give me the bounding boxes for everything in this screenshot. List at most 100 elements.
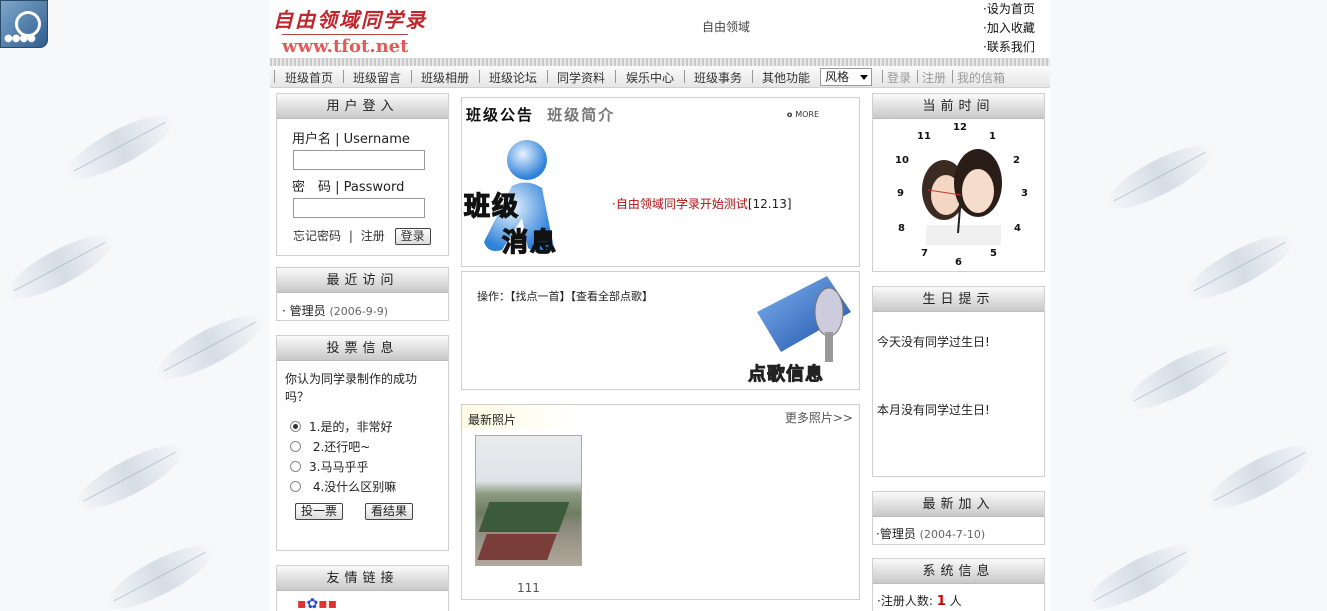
photo-thumbnail[interactable] <box>475 435 582 566</box>
radio-icon[interactable] <box>290 461 301 472</box>
chevron-down-icon <box>860 75 868 80</box>
nav-separator <box>882 70 883 83</box>
song-operations[interactable]: 操作：【找点一首】【查看全部点歌】 <box>477 288 653 304</box>
nav-class-affairs[interactable]: 班级事务 <box>694 69 742 86</box>
register-link[interactable]: 注册 <box>361 229 385 243</box>
more-photos-link[interactable]: 更多照片>> <box>785 409 853 426</box>
vote-option[interactable]: 2.还行吧~ <box>290 438 370 455</box>
login-actions: 忘记密码 | 注册 登录 <box>293 227 431 245</box>
feather-decoration <box>1079 533 1201 611</box>
clock-numeral: 5 <box>990 248 997 259</box>
vote-option[interactable]: 4.没什么区别嘛 <box>290 478 396 495</box>
main-nav: 班级首页 班级留言 班级相册 班级论坛 同学资料 娱乐中心 班级事务 其他功能 … <box>270 66 1050 88</box>
dots-icon: ●●●● <box>4 33 36 44</box>
nav-entertainment[interactable]: 娱乐中心 <box>626 69 674 86</box>
site-logo-url[interactable]: www.tfot.net <box>282 34 409 57</box>
feather-decoration <box>69 433 191 521</box>
nav-my-mailbox[interactable]: 我的信箱 <box>957 69 1005 86</box>
badge-text-class: 班级 <box>463 191 521 222</box>
password-input[interactable] <box>293 198 425 218</box>
recent-visit-date: (2006-9-9) <box>329 305 388 318</box>
vote-option[interactable]: 3.马马乎乎 <box>290 458 368 475</box>
registered-count-row: ·注册人数: 1 人 <box>877 592 962 609</box>
forgot-password-link[interactable]: 忘记密码 <box>293 229 341 243</box>
corner-logo-icon[interactable]: ●●●● <box>0 0 48 48</box>
style-select[interactable]: 风格 <box>820 68 872 86</box>
birthday-today: 今天没有同学过生日! <box>877 335 990 349</box>
song-badge-text: 点歌信息 <box>748 364 824 386</box>
clock-numeral: 11 <box>917 131 931 142</box>
clock-widget: 12 1 2 3 4 5 6 7 8 9 10 11 <box>873 120 1044 270</box>
nav-class-home[interactable]: 班级首页 <box>285 69 333 86</box>
vote-option-label: 1.是的，非常好 <box>309 420 393 434</box>
radio-selected-icon[interactable] <box>290 421 301 432</box>
clock-numeral: 12 <box>953 122 967 133</box>
nav-class-album[interactable]: 班级相册 <box>421 69 469 86</box>
photo-caption[interactable]: 111 <box>517 581 540 595</box>
clock-photo-icon <box>922 149 1002 245</box>
registered-count-unit: 人 <box>949 594 962 608</box>
username-input[interactable] <box>293 150 425 170</box>
list-item: · 管理员 (2006-9-9) <box>282 302 388 319</box>
nav-login[interactable]: 登录 <box>887 69 911 86</box>
nav-band <box>270 58 1050 66</box>
vote-button[interactable]: 投一票 <box>295 503 344 520</box>
vote-option-label: 2.还行吧~ <box>309 440 371 454</box>
nav-class-messages[interactable]: 班级留言 <box>353 69 401 86</box>
newest-member-date: (2004-7-10) <box>919 528 986 541</box>
newest-member-name[interactable]: ·管理员 <box>876 527 916 541</box>
add-favorite-link[interactable]: ·加入收藏 <box>983 19 1035 38</box>
vote-question: 你认为同学录制作的成功吗？ <box>285 372 418 404</box>
announcement-box: 班级公告 班级简介 MORE 班级 消息 ·自由领域同学录开始测试[12.13] <box>461 97 860 267</box>
nav-class-forum[interactable]: 班级论坛 <box>489 69 537 86</box>
username-label: 用户名 | Username <box>292 132 410 147</box>
more-link[interactable]: MORE <box>787 110 819 119</box>
photo-field-shape <box>477 534 557 560</box>
nav-separator <box>752 70 753 83</box>
tab-class-intro[interactable]: 班级简介 <box>547 106 615 124</box>
feather-decoration <box>1179 223 1301 311</box>
contact-us-link[interactable]: ·联系我们 <box>983 38 1035 57</box>
clock-numeral: 2 <box>1013 155 1020 166</box>
recent-visitor-name[interactable]: · 管理员 <box>282 304 326 318</box>
vote-option[interactable]: 1.是的，非常好 <box>290 418 392 435</box>
radio-icon[interactable] <box>290 441 301 452</box>
view-results-button[interactable]: 看结果 <box>365 503 414 520</box>
feather-decoration <box>0 223 121 311</box>
news-date: [12.13] <box>747 197 792 211</box>
birthday-month: 本月没有同学过生日! <box>877 403 990 417</box>
recent-visits-title: 最近访问 <box>277 268 448 293</box>
login-button[interactable]: 登录 <box>394 228 431 245</box>
login-panel: 用户登入 用户名 | Username 密 码 | Password 忘记密码 … <box>276 93 449 256</box>
current-time-title: 当前时间 <box>873 94 1044 119</box>
clock-numeral: 7 <box>921 248 928 259</box>
recent-visits-panel: 最近访问 · 管理员 (2006-9-9) <box>276 267 449 321</box>
tab-class-announcement[interactable]: 班级公告 <box>466 106 534 124</box>
nav-other-functions[interactable]: 其他功能 <box>762 69 810 86</box>
announcement-tabs: 班级公告 班级简介 <box>466 104 615 125</box>
login-panel-title: 用户登入 <box>277 94 448 119</box>
feather-decoration <box>149 303 271 391</box>
newest-members-panel: 最新加入 ·管理员 (2004-7-10) <box>872 491 1045 545</box>
radio-icon[interactable] <box>290 481 301 492</box>
nav-register[interactable]: 注册 <box>922 69 946 86</box>
feather-decoration <box>99 533 221 611</box>
password-label: 密 码 | Password <box>292 180 405 195</box>
clock-numeral: 6 <box>955 257 962 268</box>
photo-field-shape <box>478 502 570 532</box>
registered-count-value: 1 <box>936 594 946 609</box>
nav-classmate-info[interactable]: 同学资料 <box>557 69 605 86</box>
clock-numeral: 4 <box>1014 223 1021 234</box>
news-title[interactable]: ·自由领域同学录开始测试 <box>612 197 748 211</box>
nav-separator <box>952 70 953 83</box>
partner-logo-icon[interactable]: ▪✿▪▪ <box>297 596 387 611</box>
nav-separator <box>615 70 616 83</box>
list-item: ·管理员 (2004-7-10) <box>876 525 985 542</box>
vote-option-label: 3.马马乎乎 <box>309 460 369 474</box>
site-logo-title[interactable]: 自由领域同学录 <box>273 4 427 33</box>
news-item[interactable]: ·自由领域同学录开始测试[12.13] <box>612 195 792 212</box>
vote-title: 投票信息 <box>277 336 448 361</box>
latest-photos-header: 最新照片 更多照片>> <box>462 405 859 429</box>
set-homepage-link[interactable]: ·设为首页 <box>983 0 1035 19</box>
birthday-title: 生日提示 <box>873 287 1044 312</box>
